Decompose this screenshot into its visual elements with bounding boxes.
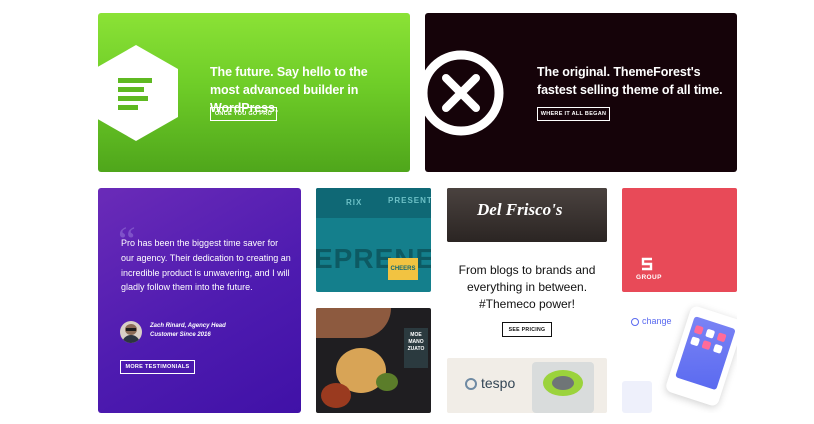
where-it-all-began-button[interactable]: WHERE IT ALL BEGAN: [537, 107, 610, 121]
more-testimonials-button[interactable]: MORE TESTIMONIALS: [120, 360, 195, 374]
portfolio-tile-defriscos[interactable]: Del Frisco's: [447, 188, 607, 242]
once-you-go-pro-button[interactable]: ONCE YOU GO PRO: [210, 107, 277, 121]
see-pricing-button[interactable]: SEE PRICING: [502, 322, 552, 337]
portfolio-tile-food[interactable]: MOE MANO ZUATO: [316, 308, 431, 413]
phone-mockup: [664, 304, 737, 408]
x-logo-icon: [425, 50, 504, 136]
pro-feature-card[interactable]: The future. Say hello to the most advanc…: [98, 13, 410, 172]
portfolio-tile-group[interactable]: GROUP: [622, 188, 737, 292]
tespo-logo: tespo: [481, 375, 516, 391]
portfolio-tile-entrepreneur[interactable]: RIX PRESENT EPRENE CHEERS: [316, 188, 431, 292]
food-label: MOE MANO ZUATO: [404, 328, 428, 368]
food-sausage-shape: [316, 308, 391, 338]
tile-word-top-2: PRESENT: [388, 196, 431, 205]
testimonial-quote: Pro has been the biggest time saver for …: [121, 238, 291, 293]
food-leaf-shape: [376, 373, 398, 391]
change-logo: change: [642, 316, 672, 326]
testimonial-author-role: Customer Since 2016: [150, 332, 211, 338]
defriscos-logo: Del Frisco's: [477, 200, 563, 219]
group-logo-icon: [641, 257, 653, 271]
x-card-headline: The original. ThemeForest's fastest sell…: [537, 65, 723, 97]
tespo-device: [532, 362, 594, 413]
tile-badge: CHEERS: [388, 258, 418, 280]
secondary-phone-mockup: [622, 381, 652, 413]
tile-word-top: RIX: [346, 198, 363, 207]
center-promo-headline: From blogs to brands and everything in b…: [458, 263, 596, 312]
tespo-logo-icon: [465, 378, 477, 390]
x-theme-feature-card[interactable]: The original. ThemeForest's fastest sell…: [425, 13, 737, 172]
testimonial-card: “ Pro has been the biggest time saver fo…: [98, 188, 301, 413]
portfolio-tile-change[interactable]: change: [622, 301, 737, 413]
food-tomato-shape: [321, 383, 351, 408]
group-logo: GROUP: [636, 274, 662, 281]
testimonial-author-name: Zach Rinard, Agency Head: [150, 323, 226, 329]
pro-hexagon-logo-icon: [98, 45, 178, 141]
portfolio-tile-tespo[interactable]: tespo: [447, 358, 607, 413]
avatar: [120, 321, 142, 343]
change-logo-icon: [631, 318, 639, 326]
